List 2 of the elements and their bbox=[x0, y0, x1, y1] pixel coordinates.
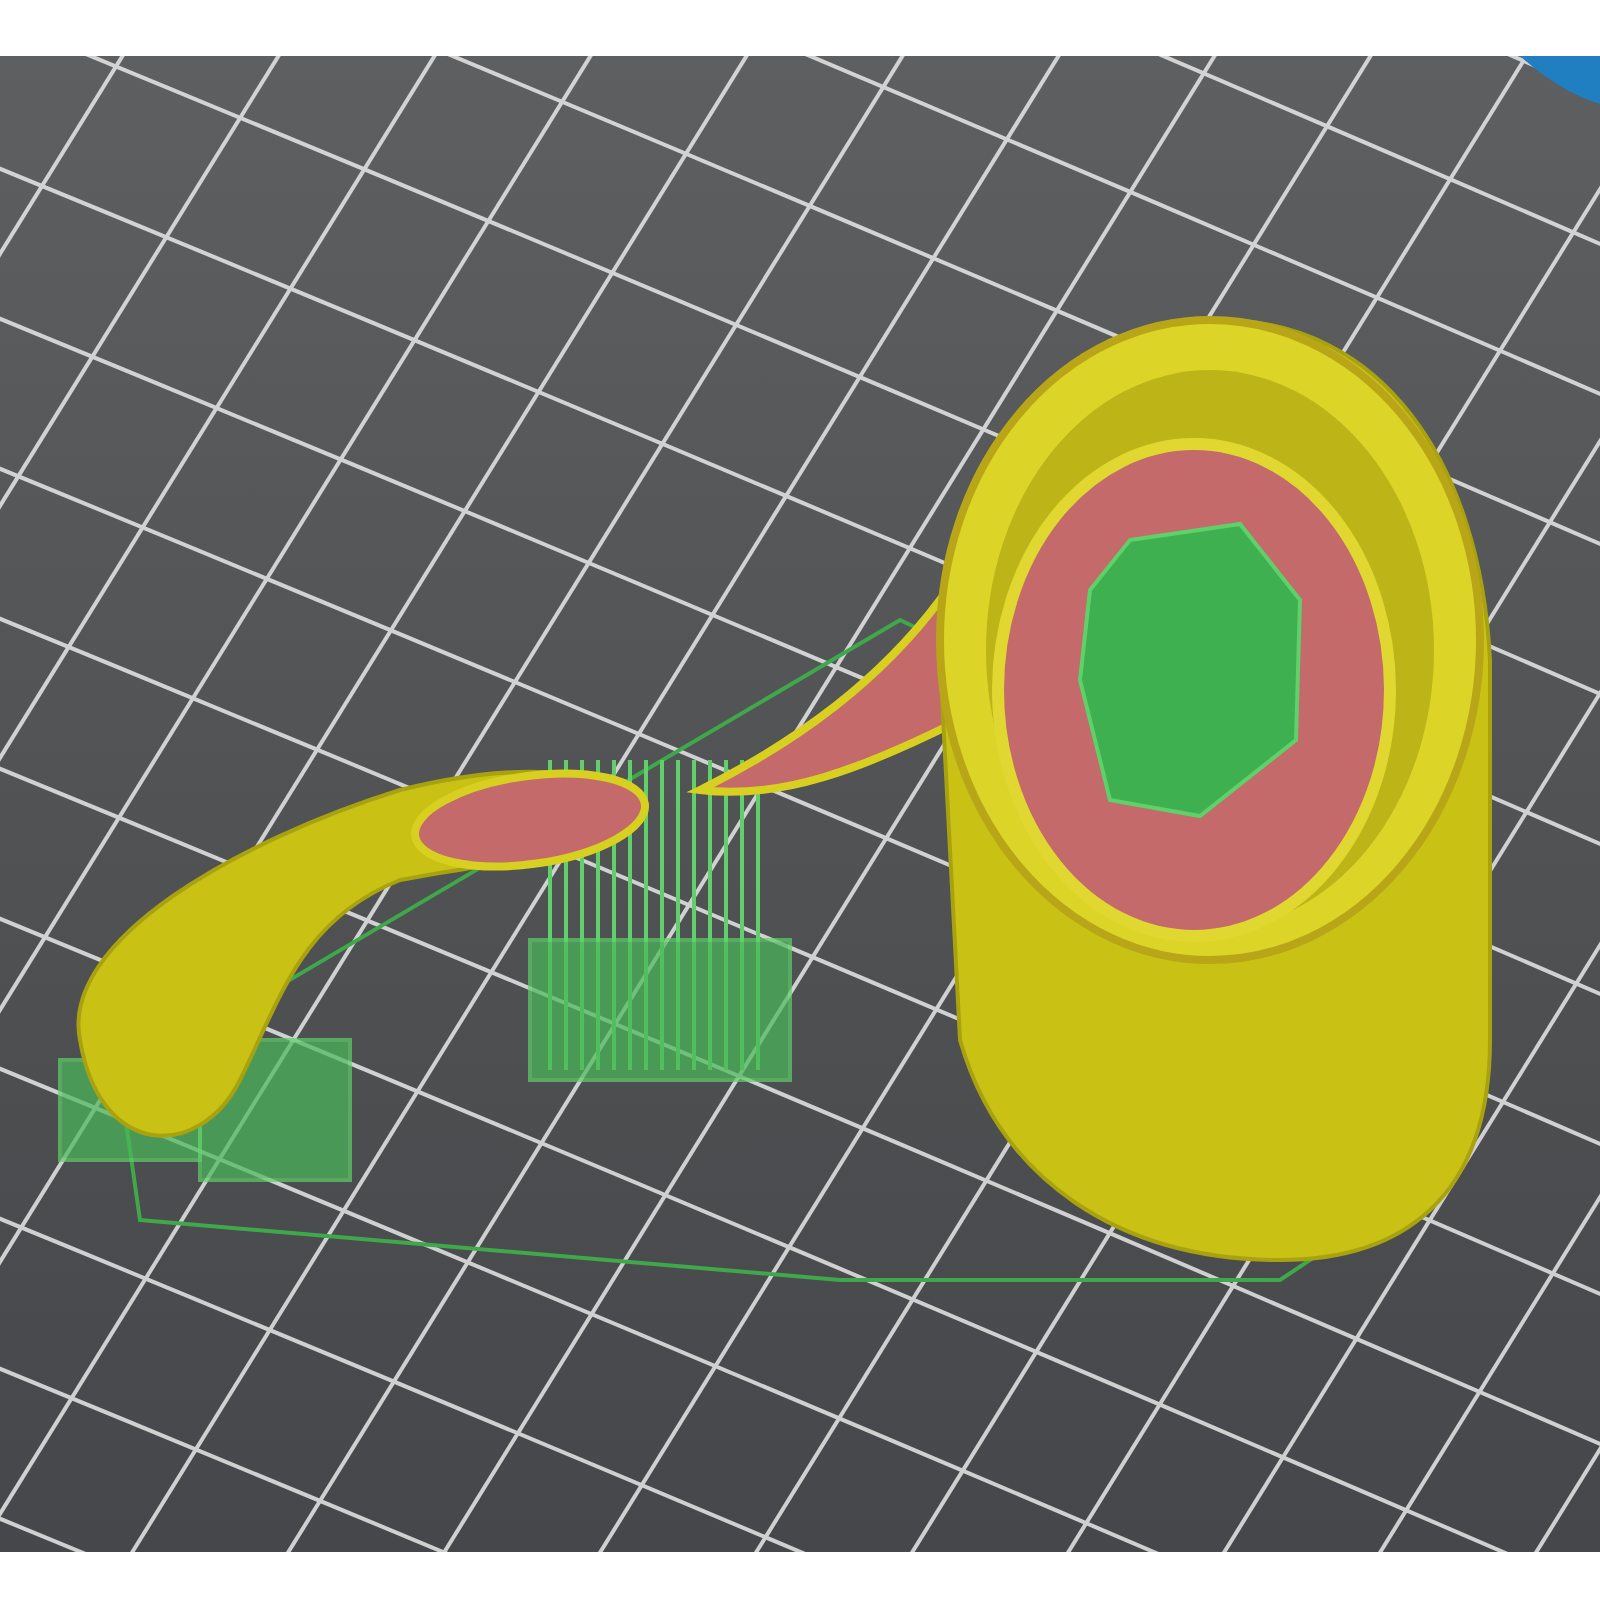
slice-preview-drawing[interactable] bbox=[0, 56, 1600, 1552]
corner-tab bbox=[1520, 56, 1600, 104]
